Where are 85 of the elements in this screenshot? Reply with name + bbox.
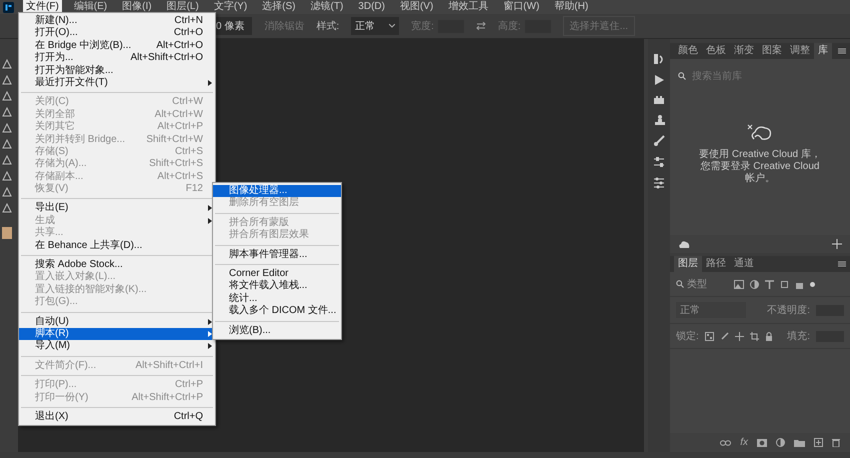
stamp-icon[interactable] — [653, 114, 665, 126]
fill-label: 填充: — [787, 330, 810, 343]
add-icon[interactable] — [832, 239, 842, 249]
style-select[interactable]: 正常 — [351, 17, 400, 35]
color-swatch[interactable] — [2, 227, 12, 239]
menu-bar-item[interactable]: 图层(L) — [164, 0, 202, 14]
adjustments-icon[interactable] — [653, 177, 665, 189]
menu-bar-item[interactable]: 选择(S) — [259, 0, 298, 14]
menu-item[interactable]: 导入(M) — [19, 340, 215, 353]
menu-item[interactable]: 统计... — [213, 292, 341, 306]
panel-tab[interactable]: 图层 — [674, 256, 702, 272]
menu-item[interactable]: 最近打开文件(T) — [19, 76, 215, 90]
search-icon — [678, 72, 686, 80]
mask-icon[interactable] — [757, 438, 767, 446]
move-icon[interactable] — [734, 332, 744, 340]
panel-tab[interactable]: 色板 — [702, 43, 730, 59]
menu-item[interactable]: 脚本(R) — [19, 328, 215, 340]
menu-item[interactable]: 退出(X) Ctrl+Q — [19, 410, 215, 424]
panel-tab[interactable]: 通道 — [730, 256, 758, 272]
app-logo-icon[interactable] — [3, 2, 14, 12]
height-label: 高度: — [498, 20, 521, 33]
checker-icon[interactable] — [704, 332, 714, 340]
dropdown-caret-icon — [389, 24, 396, 28]
crop-icon[interactable] — [750, 332, 759, 340]
menu-item[interactable]: 浏览(B)... — [213, 324, 341, 337]
sliders-icon[interactable] — [653, 156, 665, 168]
menu-bar-item[interactable]: 增效工具 — [445, 0, 492, 14]
menu-item[interactable]: 载入多个 DICOM 文件... — [213, 305, 341, 318]
link-icon[interactable] — [720, 440, 732, 446]
opacity-label: 不透明度: — [767, 304, 810, 317]
menu-bar-item[interactable]: 帮助(H) — [551, 0, 592, 14]
submenu-arrow-icon — [208, 80, 212, 86]
menu-item[interactable]: 打开为... Alt+Shift+Ctrl+O — [19, 52, 215, 65]
menu-bar-item[interactable]: 视图(V) — [396, 0, 436, 14]
sign-in-message: 要使用 Creative Cloud 库，您需要登录 Creative Cloud 帐户。 — [698, 149, 822, 185]
adjustment-filter-icon[interactable] — [750, 280, 759, 288]
panel-tab[interactable]: 调整 — [786, 43, 814, 59]
blend-mode-select[interactable]: 正常 — [676, 302, 746, 318]
menu-item[interactable]: 打开为智能对象... — [19, 64, 215, 77]
menu-bar-item[interactable]: 编辑(E) — [70, 0, 110, 14]
menu-item[interactable]: 搜索 Adobe Stock... — [19, 259, 215, 272]
menu-bar-item[interactable]: 窗口(W) — [500, 0, 542, 14]
style-label: 样式: — [316, 20, 340, 33]
lock-icon[interactable] — [764, 332, 773, 340]
properties-icon[interactable] — [653, 53, 665, 65]
menu-item[interactable]: Corner Editor — [213, 268, 341, 280]
layer-style-button[interactable]: fx — [740, 437, 748, 448]
toggle-dot-icon[interactable] — [810, 282, 815, 286]
swap-icon[interactable] — [476, 22, 486, 30]
creative-cloud-icon — [746, 123, 774, 143]
menu-item[interactable]: 脚本事件管理器... — [213, 248, 341, 261]
menu-bar-item[interactable]: 文字(Y) — [210, 0, 250, 14]
panel-tab[interactable]: 图案 — [758, 43, 786, 59]
shape-filter-icon[interactable] — [780, 280, 789, 288]
width-label: 宽度: — [411, 20, 434, 33]
image-filter-icon[interactable] — [734, 280, 744, 288]
brush-icon[interactable] — [720, 332, 729, 340]
trash-icon[interactable] — [832, 438, 840, 447]
menu-item[interactable]: 导出(E) — [19, 202, 215, 215]
menu-item[interactable]: 将文件载入堆栈... — [213, 280, 341, 293]
play-icon[interactable] — [653, 74, 665, 86]
panel-tab[interactable]: 颜色 — [674, 43, 702, 59]
new-layer-icon[interactable] — [814, 438, 823, 447]
menu-item[interactable]: 图像处理器... — [213, 185, 341, 198]
search-icon — [676, 280, 684, 288]
layer-filter-field[interactable]: 类型 — [676, 277, 728, 291]
panel-tab[interactable]: 渐变 — [730, 43, 758, 59]
menu-bar-item[interactable]: 滤镜(T) — [308, 0, 346, 14]
menu-item[interactable]: 打开(O)... Ctrl+O — [19, 27, 215, 40]
brush-icon[interactable] — [653, 135, 665, 147]
menu-item[interactable]: 自动(U) — [19, 316, 215, 328]
panel-tab[interactable]: 库 — [814, 43, 832, 59]
adjustment-icon[interactable] — [776, 438, 785, 447]
menu-item[interactable]: 新建(N)... Ctrl+N — [19, 15, 215, 28]
menu-item[interactable]: 在 Behance 上共享(D)... — [19, 240, 215, 252]
type-filter-icon[interactable] — [765, 280, 774, 288]
menu-bar-item[interactable]: 3D(D) — [355, 0, 388, 14]
lock-label: 锁定: — [676, 330, 699, 343]
cloud-icon[interactable] — [678, 240, 690, 248]
menu-item[interactable]: 在 Bridge 中浏览(B)... Alt+Ctrl+O — [19, 40, 215, 52]
menu-bar-item[interactable]: 图像(I) — [119, 0, 155, 14]
folder-icon[interactable] — [794, 438, 805, 446]
panel-menu-icon[interactable] — [838, 261, 846, 267]
panel-menu-icon[interactable] — [838, 48, 846, 54]
panel-tab[interactable]: 路径 — [702, 256, 730, 272]
